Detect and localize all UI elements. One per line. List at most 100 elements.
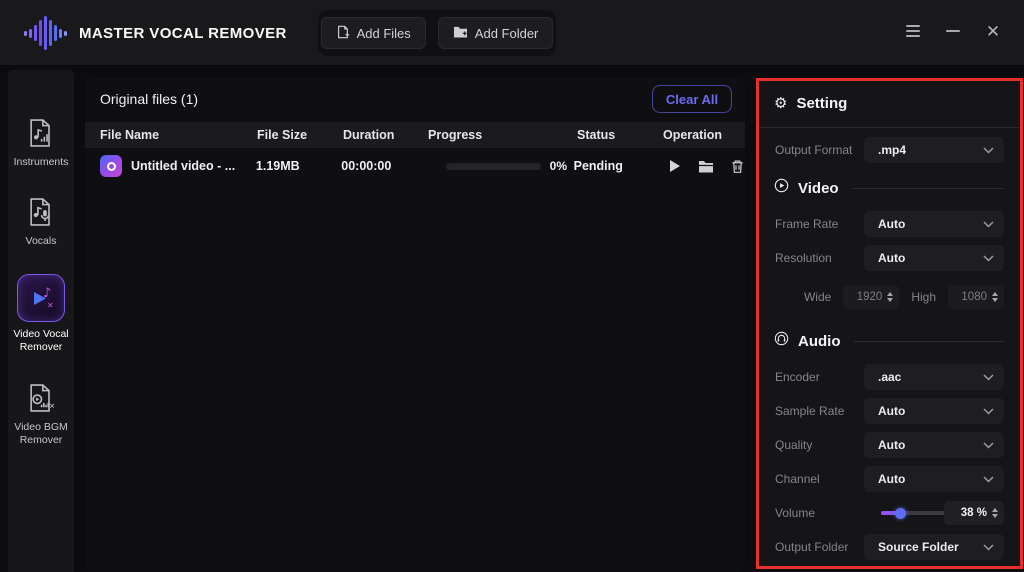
wide-input[interactable]: 1920 <box>843 285 900 309</box>
toolbar: Add Files Add Folder <box>318 10 556 56</box>
sidebar-item-label: Instruments <box>13 156 69 168</box>
encoder-dropdown[interactable]: .aac <box>864 364 1004 390</box>
output-format-value: .mp4 <box>878 143 907 157</box>
col-progress: Progress <box>428 128 483 142</box>
setting-section-header: ⚙ Setting <box>774 92 1004 114</box>
settings-panel: ⚙ Setting Output Format .mp4 Video Frame… <box>756 78 1023 569</box>
file-name: Untitled video - ... <box>131 159 236 173</box>
resolution-dropdown[interactable]: Auto <box>864 245 1004 271</box>
svg-text:✕: ✕ <box>47 301 54 310</box>
chevron-down-icon <box>983 441 1004 449</box>
add-folder-icon <box>453 25 468 41</box>
col-file-name: File Name <box>100 128 160 142</box>
col-duration: Duration <box>343 128 395 142</box>
output-folder-dropdown[interactable]: Source Folder <box>864 534 1004 560</box>
chevron-down-icon <box>983 475 1004 483</box>
frame-rate-value: Auto <box>878 217 906 231</box>
sample-rate-dropdown[interactable]: Auto <box>864 398 1004 424</box>
clear-all-button[interactable]: Clear All <box>652 85 732 113</box>
progress-percent: 0% <box>549 159 568 173</box>
add-files-button[interactable]: Add Files <box>320 17 426 49</box>
volume-label: Volume <box>775 506 816 520</box>
output-folder-label: Output Folder <box>775 540 849 554</box>
spinner-arrows-icon[interactable] <box>992 292 998 302</box>
setting-title: Setting <box>796 94 848 112</box>
wide-high-row: Wide 1920 High 1080 <box>775 284 1004 310</box>
frame-rate-dropdown[interactable]: Auto <box>864 211 1004 237</box>
encoder-row: Encoder .aac <box>775 364 1004 390</box>
divider <box>851 187 1004 189</box>
output-folder-value: Source Folder <box>878 540 959 554</box>
spinner-arrows-icon[interactable] <box>887 292 894 302</box>
video-bgm-remover-icon: ✕ <box>24 381 58 415</box>
sample-rate-label: Sample Rate <box>775 404 845 418</box>
sample-rate-row: Sample Rate Auto <box>775 398 1004 424</box>
app-title: MASTER VOCAL REMOVER <box>79 24 287 42</box>
video-section-icon <box>774 178 789 198</box>
sidebar-item-label: Video BGM Remover <box>14 420 68 446</box>
sidebar-item-video-bgm-remover[interactable]: ✕ Video BGM Remover <box>8 381 74 447</box>
resolution-row: Resolution Auto <box>775 245 1004 271</box>
sidebar-item-label: Video Vocal Remover <box>13 328 69 354</box>
channel-dropdown[interactable]: Auto <box>864 466 1004 492</box>
audio-section-header: Audio <box>774 330 1004 352</box>
sidebar: Instruments Vocals ♪ ✕ Video Vocal Remov… <box>8 70 74 572</box>
output-format-row: Output Format .mp4 <box>775 137 1004 163</box>
high-value: 1080 <box>961 291 987 303</box>
app-window: MASTER VOCAL REMOVER Add Files Add Folde… <box>0 0 1024 572</box>
output-format-label: Output Format <box>775 143 853 157</box>
audio-section-icon <box>774 331 789 351</box>
file-size: 1.19MB <box>255 159 300 173</box>
resolution-value: Auto <box>878 251 906 265</box>
delete-icon[interactable] <box>729 158 745 174</box>
svg-text:✕: ✕ <box>49 401 55 410</box>
sidebar-item-instruments[interactable]: Instruments <box>8 116 74 169</box>
sidebar-item-label: Vocals <box>25 235 57 248</box>
col-operation: Operation <box>663 128 723 142</box>
close-icon[interactable]: ✕ <box>984 22 1002 40</box>
video-title: Video <box>798 179 839 197</box>
table-header-row: File Name File Size Duration Progress St… <box>85 122 745 148</box>
chevron-down-icon <box>983 220 1004 228</box>
high-input[interactable]: 1080 <box>948 285 1004 309</box>
add-files-label: Add Files <box>356 25 411 41</box>
add-folder-button[interactable]: Add Folder <box>437 17 554 49</box>
chevron-down-icon <box>983 407 1004 415</box>
waveform-logo-icon <box>24 14 67 52</box>
wide-value: 1920 <box>856 291 883 303</box>
quality-row: Quality Auto <box>775 432 1004 458</box>
quality-value: Auto <box>878 438 906 452</box>
status-badge: Pending <box>573 159 623 173</box>
channel-value: Auto <box>878 472 906 486</box>
volume-slider-thumb[interactable] <box>894 507 906 519</box>
output-folder-row: Output Folder Source Folder <box>775 534 1004 560</box>
file-list-panel: Original files (1) Clear All File Name F… <box>85 78 745 572</box>
frame-rate-row: Frame Rate Auto <box>775 211 1004 237</box>
volume-input[interactable]: 38 % <box>944 501 1004 525</box>
sidebar-item-video-vocal-remover[interactable]: ♪ ✕ Video Vocal Remover <box>8 274 74 354</box>
file-name-cell: Untitled video - ... <box>100 155 256 177</box>
quality-dropdown[interactable]: Auto <box>864 432 1004 458</box>
channel-row: Channel Auto <box>775 466 1004 492</box>
svg-text:♪: ♪ <box>43 286 51 301</box>
output-format-dropdown[interactable]: .mp4 <box>864 137 1004 163</box>
encoder-value: .aac <box>878 370 902 384</box>
menu-icon[interactable] <box>904 22 922 40</box>
video-section-header: Video <box>774 177 1004 199</box>
original-files-title: Original files (1) <box>100 91 199 107</box>
play-icon[interactable] <box>667 158 683 174</box>
volume-row: Volume 38 % <box>775 500 1004 526</box>
volume-value: 38 % <box>960 507 987 519</box>
chevron-down-icon <box>983 254 1004 262</box>
add-folder-label: Add Folder <box>474 25 539 41</box>
sample-rate-value: Auto <box>878 404 906 418</box>
minimize-icon[interactable] <box>944 22 962 40</box>
col-status: Status <box>577 128 616 142</box>
open-folder-icon[interactable] <box>698 158 714 174</box>
vocals-icon <box>24 195 58 229</box>
sidebar-item-vocals[interactable]: Vocals <box>8 195 74 248</box>
audio-title: Audio <box>798 332 841 350</box>
add-files-icon <box>336 25 350 42</box>
spinner-arrows-icon[interactable] <box>992 508 998 518</box>
resolution-label: Resolution <box>775 251 832 265</box>
